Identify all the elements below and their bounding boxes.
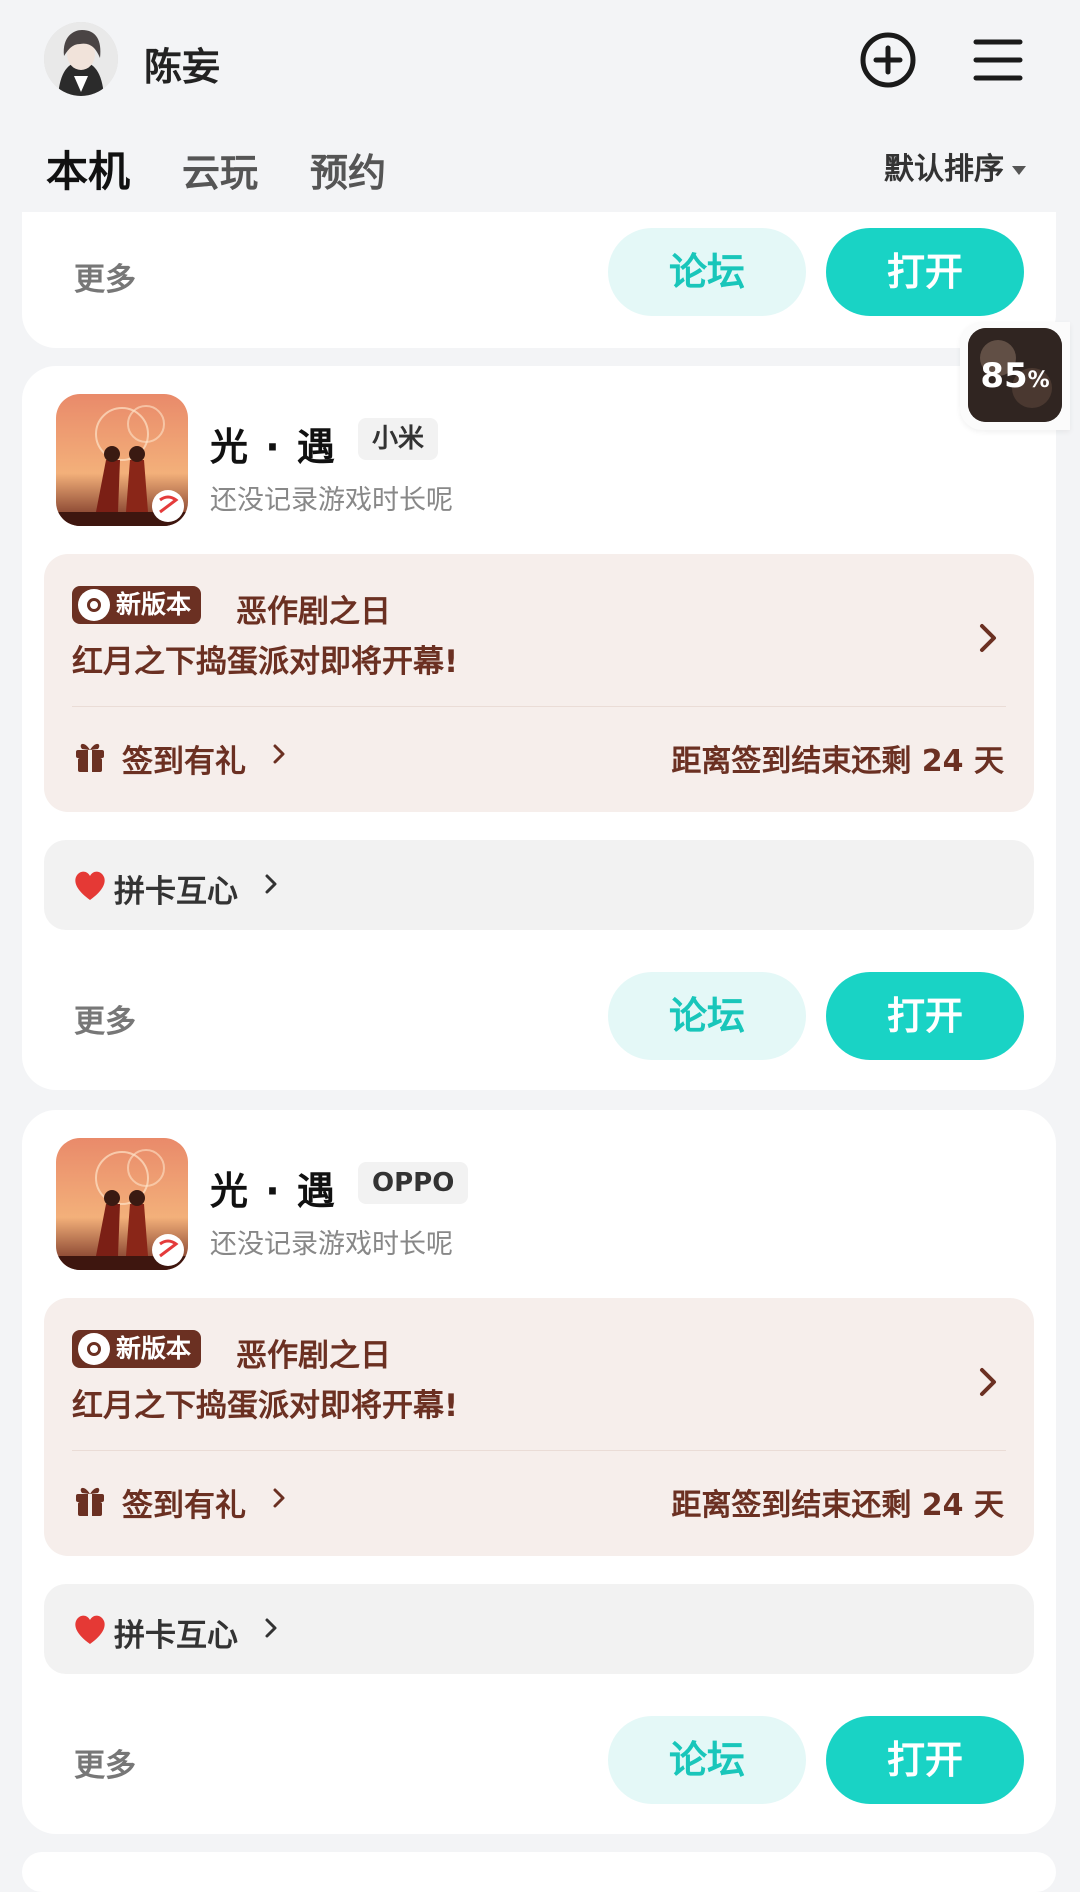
forum-button[interactable]: 论坛 [608,1716,806,1804]
playtime-text: 还没记录游戏时长呢 [210,485,453,516]
chevron-right-icon [273,744,285,764]
progress-value: 85 [980,356,1028,396]
chevron-right-icon [980,624,996,652]
chevron-right-icon [265,1618,277,1638]
tab-reservation-label: 预约 [310,151,387,195]
add-game-button[interactable] [856,28,920,92]
sort-dropdown[interactable]: 默认排序 [884,144,1026,188]
avatar[interactable] [44,22,118,96]
heart-exchange-label: 拼卡互心 [114,1618,238,1654]
event-banner[interactable]: 新版本 恶作剧之日 红月之下捣蛋派对即将开幕! 签到有礼 距离签到结束还剩 24… [44,1298,1034,1556]
plus-circle-icon [860,32,916,88]
event-banner[interactable]: 新版本 恶作剧之日 红月之下捣蛋派对即将开幕! 签到有礼 距离签到结束还剩 24… [44,554,1034,812]
caret-down-icon [1012,166,1026,175]
new-version-label: 新版本 [116,1334,192,1363]
chevron-right-icon [265,874,277,894]
game-card-partial: 更多 论坛 打开 [22,212,1056,348]
event-title: 恶作剧之日 [236,1338,391,1374]
hamburger-menu-icon [973,39,1023,81]
progress-percent: 85% [968,356,1062,396]
tab-local-label: 本机 [46,147,131,196]
new-version-label: 新版本 [116,590,192,619]
event-title: 恶作剧之日 [236,594,391,630]
sort-label: 默认排序 [884,152,1004,187]
game-title: 光 · 遇 [210,1169,337,1213]
game-icon[interactable] [56,1138,188,1270]
gift-icon [76,743,104,772]
channel-tag: OPPO [358,1162,469,1204]
game-card: 光 · 遇 小米 还没记录游戏时长呢 新版本 恶作剧之日 红月之下捣蛋派对即将开… [22,366,1056,1090]
forum-button[interactable]: 论坛 [608,228,806,316]
open-button[interactable]: 打开 [826,1716,1024,1804]
checkin-gift-link[interactable]: 签到有礼 [122,1480,246,1525]
tab-reservation[interactable]: 预约 [310,142,386,197]
tab-cloud-label: 云玩 [182,151,259,195]
chevron-right-icon [273,1488,285,1508]
game-card: 光 · 遇 OPPO 还没记录游戏时长呢 新版本 恶作剧之日 红月之下捣蛋派对即… [22,1110,1056,1834]
floating-progress-widget[interactable]: 85% [960,322,1070,430]
channel-tag: 小米 [358,418,439,460]
event-description: 红月之下捣蛋派对即将开幕! [72,1388,459,1424]
forum-button[interactable]: 论坛 [608,972,806,1060]
heart-exchange-entry[interactable]: 拼卡互心 [44,1584,1034,1674]
heart-exchange-label: 拼卡互心 [114,874,238,910]
new-version-badge: 新版本 [72,1330,202,1368]
top-header: 陈妄 本机 云玩 预约 默认排序 [0,0,1080,210]
game-title: 光 · 遇 [210,425,337,469]
username: 陈妄 [144,45,221,89]
checkin-gift-link[interactable]: 签到有礼 [122,736,246,781]
more-link[interactable]: 更多 [74,1740,136,1785]
heart-icon [75,871,105,900]
progress-thumbnail: 85% [968,328,1062,422]
gift-icon [76,1487,104,1516]
event-description: 红月之下捣蛋派对即将开幕! [72,644,459,680]
tab-local[interactable]: 本机 [46,138,140,199]
update-icon [78,1333,110,1365]
open-button[interactable]: 打开 [826,228,1024,316]
new-version-badge: 新版本 [72,586,202,624]
menu-button[interactable] [966,28,1030,92]
progress-unit: % [1027,368,1050,393]
heart-exchange-entry[interactable]: 拼卡互心 [44,840,1034,930]
divider [72,706,1006,707]
divider [72,1450,1006,1451]
playtime-text: 还没记录游戏时长呢 [210,1229,453,1260]
update-icon [78,589,110,621]
more-link[interactable]: 更多 [74,254,136,299]
game-icon[interactable] [56,394,188,526]
chevron-right-icon [980,1368,996,1396]
heart-icon [75,1615,105,1644]
checkin-countdown: 距离签到结束还剩 24 天 [671,744,1004,779]
open-button[interactable]: 打开 [826,972,1024,1060]
tab-cloud[interactable]: 云玩 [182,142,258,197]
game-card-peek [22,1852,1056,1892]
more-link[interactable]: 更多 [74,996,136,1041]
checkin-countdown: 距离签到结束还剩 24 天 [671,1488,1004,1523]
